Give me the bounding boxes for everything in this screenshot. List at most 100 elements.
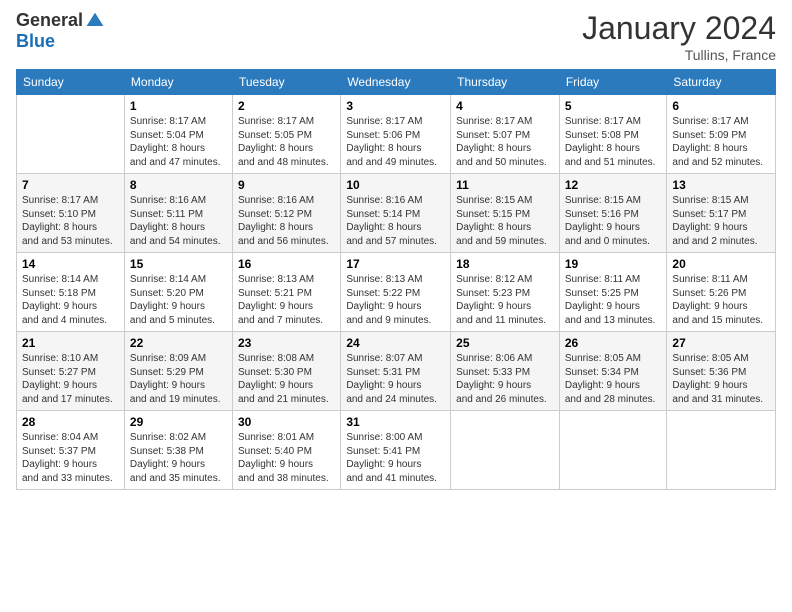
day-info: Sunrise: 8:13 AMSunset: 5:22 PMDaylight:… bbox=[346, 273, 445, 327]
sunset-text: Sunset: 5:10 PM bbox=[22, 208, 119, 222]
sunset-text: Sunset: 5:30 PM bbox=[238, 366, 335, 380]
table-row: 13Sunrise: 8:15 AMSunset: 5:17 PMDayligh… bbox=[667, 174, 776, 253]
day-info: Sunrise: 8:17 AMSunset: 5:06 PMDaylight:… bbox=[346, 115, 445, 169]
table-row: 26Sunrise: 8:05 AMSunset: 5:34 PMDayligh… bbox=[559, 332, 667, 411]
daylight-text: Daylight: 8 hours bbox=[346, 142, 445, 156]
sunset-text: Sunset: 5:04 PM bbox=[130, 129, 227, 143]
title-section: January 2024 Tullins, France bbox=[582, 10, 776, 63]
daylight-text: Daylight: 8 hours bbox=[238, 142, 335, 156]
sunset-text: Sunset: 5:33 PM bbox=[456, 366, 554, 380]
table-row: 9Sunrise: 8:16 AMSunset: 5:12 PMDaylight… bbox=[232, 174, 340, 253]
table-row: 21Sunrise: 8:10 AMSunset: 5:27 PMDayligh… bbox=[17, 332, 125, 411]
day-number: 8 bbox=[130, 178, 227, 192]
table-row: 22 Sunrise: 8:09 AMSunset: 5:29 PMDayligh… bbox=[124, 332, 232, 411]
header-row: Sunday Monday Tuesday Wednesday Thursday… bbox=[17, 70, 776, 95]
daylight-text: Daylight: 9 hours bbox=[565, 379, 662, 393]
daylight-text: Daylight: 9 hours bbox=[130, 458, 227, 472]
day-info: Sunrise: 8:08 AMSunset: 5:30 PMDaylight:… bbox=[238, 352, 335, 406]
day-number: 15 bbox=[130, 257, 227, 271]
daylight-minutes: and and 49 minutes. bbox=[346, 156, 445, 170]
day-info: Sunrise: 8:17 AMSunset: 5:04 PMDaylight:… bbox=[130, 115, 227, 169]
day-number: 10 bbox=[346, 178, 445, 192]
daylight-text: Daylight: 9 hours bbox=[565, 300, 662, 314]
day-info: Sunrise: 8:16 AMSunset: 5:12 PMDaylight:… bbox=[238, 194, 335, 248]
daylight-minutes: and and 38 minutes. bbox=[238, 472, 335, 486]
header-wednesday: Wednesday bbox=[341, 70, 451, 95]
header-monday: Monday bbox=[124, 70, 232, 95]
table-row: 31Sunrise: 8:00 AMSunset: 5:41 PMDayligh… bbox=[341, 411, 451, 490]
table-row: 8Sunrise: 8:16 AMSunset: 5:11 PMDaylight… bbox=[124, 174, 232, 253]
day-info: Sunrise: 8:11 AMSunset: 5:26 PMDaylight:… bbox=[672, 273, 770, 327]
day-info: Sunrise: 8:17 AMSunset: 5:10 PMDaylight:… bbox=[22, 194, 119, 248]
calendar-week-4: 21Sunrise: 8:10 AMSunset: 5:27 PMDayligh… bbox=[17, 332, 776, 411]
day-info: Sunrise: 8:06 AMSunset: 5:33 PMDaylight:… bbox=[456, 352, 554, 406]
calendar-week-2: 7Sunrise: 8:17 AMSunset: 5:10 PMDaylight… bbox=[17, 174, 776, 253]
day-info: Sunrise: 8:15 AMSunset: 5:17 PMDaylight:… bbox=[672, 194, 770, 248]
daylight-minutes: and and 41 minutes. bbox=[346, 472, 445, 486]
calendar-table: Sunday Monday Tuesday Wednesday Thursday… bbox=[16, 69, 776, 490]
day-number: 28 bbox=[22, 415, 119, 429]
sunrise-text: Sunrise: 8:05 AM bbox=[565, 352, 662, 366]
day-info: Sunrise: 8:15 AMSunset: 5:16 PMDaylight:… bbox=[565, 194, 662, 248]
daylight-minutes: and and 31 minutes. bbox=[672, 393, 770, 407]
page: General Blue January 2024 Tullins, Franc… bbox=[0, 0, 792, 612]
table-row: 17Sunrise: 8:13 AMSunset: 5:22 PMDayligh… bbox=[341, 253, 451, 332]
daylight-minutes: and and 47 minutes. bbox=[130, 156, 227, 170]
table-row: 3Sunrise: 8:17 AMSunset: 5:06 PMDaylight… bbox=[341, 95, 451, 174]
sunrise-text: Sunrise: 8:12 AM bbox=[456, 273, 554, 287]
daylight-minutes: and and 5 minutes. bbox=[130, 314, 227, 328]
day-number: 22 bbox=[130, 336, 227, 350]
sunrise-text: Sunrise: 8:11 AM bbox=[565, 273, 662, 287]
table-row: 12Sunrise: 8:15 AMSunset: 5:16 PMDayligh… bbox=[559, 174, 667, 253]
daylight-text: Daylight: 9 hours bbox=[672, 221, 770, 235]
sunset-text: Sunset: 5:34 PM bbox=[565, 366, 662, 380]
sunrise-text: Sunrise: 8:17 AM bbox=[22, 194, 119, 208]
table-row bbox=[667, 411, 776, 490]
sunrise-text: Sunrise: 8:15 AM bbox=[565, 194, 662, 208]
calendar-week-5: 28Sunrise: 8:04 AMSunset: 5:37 PMDayligh… bbox=[17, 411, 776, 490]
table-row: 4Sunrise: 8:17 AMSunset: 5:07 PMDaylight… bbox=[451, 95, 560, 174]
day-info: Sunrise: 8:17 AMSunset: 5:05 PMDaylight:… bbox=[238, 115, 335, 169]
daylight-minutes: and and 0 minutes. bbox=[565, 235, 662, 249]
header-tuesday: Tuesday bbox=[232, 70, 340, 95]
daylight-text: Daylight: 9 hours bbox=[22, 300, 119, 314]
sunset-text: Sunset: 5:31 PM bbox=[346, 366, 445, 380]
sunrise-text: Sunrise: 8:17 AM bbox=[130, 115, 227, 129]
sunset-text: Sunset: 5:37 PM bbox=[22, 445, 119, 459]
sunset-text: Sunset: 5:14 PM bbox=[346, 208, 445, 222]
header-thursday: Thursday bbox=[451, 70, 560, 95]
day-info: Sunrise: 8:02 AMSunset: 5:38 PMDaylight:… bbox=[130, 431, 227, 485]
daylight-minutes: and and 11 minutes. bbox=[456, 314, 554, 328]
sunset-text: Sunset: 5:09 PM bbox=[672, 129, 770, 143]
day-info: Sunrise: 8:13 AMSunset: 5:21 PMDaylight:… bbox=[238, 273, 335, 327]
day-info: Sunrise: 8:17 AMSunset: 5:07 PMDaylight:… bbox=[456, 115, 554, 169]
sunset-text: Sunset: 5:15 PM bbox=[456, 208, 554, 222]
daylight-text: Daylight: 9 hours bbox=[456, 300, 554, 314]
day-number: 14 bbox=[22, 257, 119, 271]
day-number: 21 bbox=[22, 336, 119, 350]
header: General Blue January 2024 Tullins, Franc… bbox=[16, 10, 776, 63]
daylight-minutes: and and 51 minutes. bbox=[565, 156, 662, 170]
daylight-text: Daylight: 8 hours bbox=[130, 221, 227, 235]
daylight-text: Daylight: 9 hours bbox=[672, 300, 770, 314]
sunrise-text: Sunrise: 8:11 AM bbox=[672, 273, 770, 287]
table-row: 27Sunrise: 8:05 AMSunset: 5:36 PMDayligh… bbox=[667, 332, 776, 411]
day-info: Sunrise: 8:17 AMSunset: 5:09 PMDaylight:… bbox=[672, 115, 770, 169]
sunset-text: Sunset: 5:18 PM bbox=[22, 287, 119, 301]
table-row bbox=[451, 411, 560, 490]
table-row: 14Sunrise: 8:14 AMSunset: 5:18 PMDayligh… bbox=[17, 253, 125, 332]
day-info: Sunrise: 8:09 AMSunset: 5:29 PMDaylight:… bbox=[130, 352, 227, 406]
sunrise-text: Sunrise: 8:17 AM bbox=[456, 115, 554, 129]
daylight-minutes: and and 57 minutes. bbox=[346, 235, 445, 249]
sunset-text: Sunset: 5:36 PM bbox=[672, 366, 770, 380]
day-number: 25 bbox=[456, 336, 554, 350]
daylight-text: Daylight: 9 hours bbox=[130, 300, 227, 314]
day-number: 16 bbox=[238, 257, 335, 271]
logo-icon bbox=[85, 11, 105, 31]
daylight-text: Daylight: 9 hours bbox=[346, 379, 445, 393]
sunrise-text: Sunrise: 8:17 AM bbox=[346, 115, 445, 129]
day-number: 18 bbox=[456, 257, 554, 271]
table-row: 30Sunrise: 8:01 AMSunset: 5:40 PMDayligh… bbox=[232, 411, 340, 490]
daylight-minutes: and and 33 minutes. bbox=[22, 472, 119, 486]
day-number: 29 bbox=[130, 415, 227, 429]
